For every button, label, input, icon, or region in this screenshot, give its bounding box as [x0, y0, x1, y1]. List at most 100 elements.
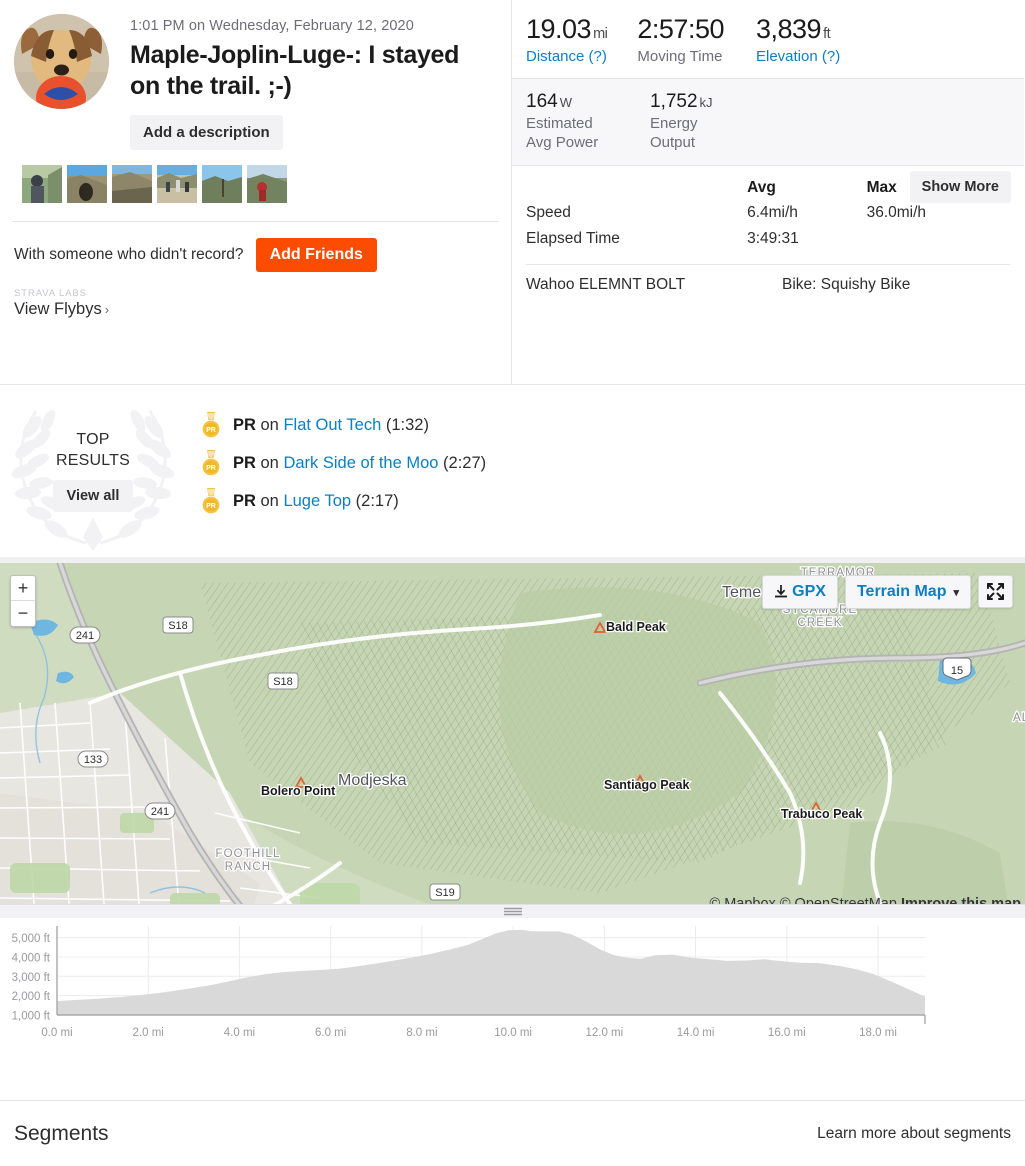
pr-segment-link[interactable]: Luge Top — [283, 492, 351, 510]
avatar[interactable] — [14, 14, 109, 109]
top-results-section: TOP RESULTS View all PR PR on Flat Out T… — [0, 385, 1025, 563]
view-all-button[interactable]: View all — [52, 480, 134, 513]
map-type-dropdown[interactable]: Terrain Map ▾ — [844, 575, 971, 609]
pr-prefix: PR — [233, 491, 256, 510]
list-item: PR PR on Flat Out Tech (1:32) — [200, 412, 1025, 438]
row-avg-speed: 6.4mi/h — [747, 203, 798, 221]
map-type-label: Terrain Map — [856, 583, 947, 600]
pr-medal-icon: PR — [202, 412, 220, 438]
stat-energy-output-value: 1,752 kJ — [650, 91, 742, 113]
stat-energy-output: 1,752 kJ Energy Output — [650, 91, 742, 152]
activity-header-text: 1:01 PM on Wednesday, February 12, 2020 … — [130, 14, 495, 150]
pr-segment-link[interactable]: Dark Side of the Moo — [283, 454, 438, 472]
chart-y-tick-label: 3,000 ft — [12, 972, 51, 984]
stat-elevation-number: 3,839 — [755, 14, 822, 44]
segments-title: Segments — [14, 1121, 109, 1145]
list-item: PR PR on Dark Side of the Moo (2:27) — [200, 450, 1025, 476]
svg-text:PR: PR — [206, 503, 216, 510]
stat-elevation-unit: ft — [823, 26, 831, 42]
map-canvas — [0, 563, 1025, 918]
elevation-chart-canvas: 1,000 ft 2,000 ft 3,000 ft 4,000 ft 5,000 ft… — [12, 926, 926, 1039]
bike-name: Bike: Squishy Bike — [782, 275, 911, 293]
show-more-button[interactable]: Show More — [909, 170, 1011, 203]
download-gpx-label: GPX — [792, 583, 826, 600]
chart-x-tick-label: 18.0 mi — [859, 1027, 897, 1039]
page-title: Maple-Joplin-Luge-: I stayed on the trai… — [130, 41, 460, 100]
stat-distance-unit: mi — [593, 26, 608, 42]
column-header-avg: Avg — [747, 178, 776, 196]
stat-distance-number: 19.03 — [526, 14, 592, 44]
learn-more-segments-link[interactable]: Learn more about segments — [817, 1125, 1011, 1143]
photo-thumbnail[interactable] — [157, 165, 197, 203]
pr-list: PR PR on Flat Out Tech (1:32) PR PR on D… — [186, 385, 1025, 557]
elevation-chart[interactable]: 1,000 ft 2,000 ft 3,000 ft 4,000 ft 5,000 ft… — [0, 918, 1025, 1053]
chart-x-tick-label: 16.0 mi — [768, 1027, 806, 1039]
pr-connector: on — [255, 491, 284, 510]
chart-x-tick-label: 4.0 mi — [224, 1027, 255, 1039]
secondary-stats: 164 W Estimated Avg Power 1,752 kJ Energy … — [512, 78, 1024, 166]
view-flybys-label: View Flybys — [14, 300, 102, 318]
svg-text:PR: PR — [206, 465, 216, 472]
download-gpx-button[interactable]: GPX — [762, 575, 838, 609]
detailed-stats-table-wrap: Show More Avg Max Speed 6.4mi/h 36.0mi/h… — [512, 166, 1024, 252]
stat-moving-time-label: Moving Time — [637, 48, 723, 65]
stat-elevation-label[interactable]: Elevation (?) — [756, 47, 840, 66]
top-results-title: TOP RESULTS — [56, 430, 130, 472]
view-flybys-link[interactable]: View Flybys › — [14, 300, 511, 319]
top-results-badge: TOP RESULTS View all — [0, 385, 186, 557]
download-icon — [775, 584, 788, 597]
activity-stats-column: 19.03 mi Distance (?) 2:57:50 Moving Time… — [512, 0, 1024, 384]
map-zoom-controls[interactable]: + − — [10, 575, 36, 627]
pr-prefix: PR — [233, 453, 256, 472]
photo-thumbnail[interactable] — [247, 165, 287, 203]
stat-elevation: 3,839 ft Elevation (?) — [756, 14, 840, 66]
stat-distance: 19.03 mi Distance (?) — [526, 14, 608, 66]
stat-energy-output-unit: kJ — [699, 95, 713, 111]
stat-energy-output-label: Energy Output — [650, 115, 698, 152]
pr-medal-icon: PR — [202, 450, 220, 476]
activity-page: 1:01 PM on Wednesday, February 12, 2020 … — [0, 0, 1025, 1166]
activity-map[interactable]: Bald Peak Santiago Peak Trabuco Peak Bol… — [0, 563, 1025, 918]
stat-distance-label[interactable]: Distance (?) — [526, 47, 607, 66]
top-results-title-line1: TOP — [76, 430, 110, 448]
expand-icon — [987, 583, 1004, 600]
row-label-elapsed-time: Elapsed Time — [526, 229, 620, 247]
pr-segment-link[interactable]: Flat Out Tech — [283, 416, 381, 434]
device-name: Wahoo ELEMNT BOLT — [526, 275, 686, 293]
segments-section: Segments Learn more about segments — [0, 1100, 1025, 1166]
drag-handle-icon — [503, 907, 522, 916]
pr-time: (2:17) — [355, 491, 399, 510]
elevation-area-series — [57, 929, 925, 1015]
chart-x-tick-label: 6.0 mi — [315, 1027, 346, 1039]
map-zoom-in-button[interactable]: + — [11, 576, 35, 601]
chart-x-tick-label: 8.0 mi — [406, 1027, 437, 1039]
map-fullscreen-button[interactable] — [978, 575, 1013, 608]
add-friends-button[interactable]: Add Friends — [255, 238, 377, 272]
photo-thumbnail[interactable] — [22, 165, 62, 203]
activity-photo-strip — [22, 165, 511, 203]
add-description-button[interactable]: Add a description — [130, 115, 283, 150]
svg-text:PR: PR — [206, 427, 216, 434]
chart-x-tick-label: 0.0 mi — [41, 1027, 72, 1039]
stat-moving-time: 2:57:50 Moving Time — [637, 14, 726, 66]
chart-y-tick-label: 2,000 ft — [12, 991, 51, 1003]
pr-text: PR on Dark Side of the Moo (2:27) — [233, 454, 486, 473]
chart-y-tick-label: 1,000 ft — [12, 1011, 51, 1023]
chart-x-tick-label: 14.0 mi — [677, 1027, 715, 1039]
chart-x-tick-label: 10.0 mi — [494, 1027, 532, 1039]
table-row: Elapsed Time 3:49:31 — [526, 226, 1010, 252]
map-zoom-out-button[interactable]: − — [11, 601, 35, 626]
column-header-metric — [526, 176, 747, 200]
strava-labs-section: STRAVA LABS View Flybys › — [0, 272, 511, 319]
row-max-speed: 36.0mi/h — [866, 203, 927, 221]
photo-thumbnail[interactable] — [67, 165, 107, 203]
add-friends-prompt: With someone who didn't record? — [14, 246, 244, 263]
stat-energy-output-number: 1,752 — [650, 91, 698, 113]
row-avg-elapsed-time: 3:49:31 — [747, 229, 799, 247]
photo-thumbnail[interactable] — [202, 165, 242, 203]
stat-avg-power-number: 164 — [526, 91, 558, 113]
chevron-right-icon: › — [104, 302, 110, 317]
chart-x-tick-label: 2.0 mi — [133, 1027, 164, 1039]
photo-thumbnail[interactable] — [112, 165, 152, 203]
map-resize-handle[interactable] — [0, 904, 1025, 918]
